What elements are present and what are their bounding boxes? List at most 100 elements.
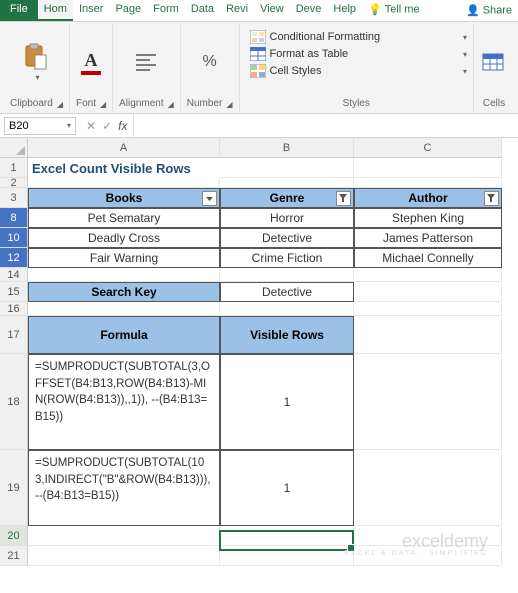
cell[interactable] [220,268,354,282]
cell-styles-button[interactable]: Cell Styles▾ [250,64,468,78]
tab-page-layout[interactable]: Page [109,0,147,21]
group-cells: Cells [474,24,514,113]
cell[interactable] [354,354,502,450]
fx-icon[interactable]: fx [118,119,127,133]
dialog-launcher-icon[interactable]: ◢ [226,100,232,109]
row-header[interactable]: 8 [0,208,28,228]
row-header[interactable]: 10 [0,228,28,248]
dialog-launcher-icon[interactable]: ◢ [57,100,63,109]
tab-data[interactable]: Data [185,0,220,21]
cell[interactable] [354,178,502,188]
tab-view[interactable]: View [254,0,290,21]
cell[interactable] [354,316,502,354]
filter-button[interactable] [202,191,217,206]
formula-label[interactable]: Formula [28,316,220,354]
formula-cell[interactable]: =SUMPRODUCT(SUBTOTAL(103,INDIRECT("B"&RO… [28,450,220,526]
row-header[interactable]: 18 [0,354,28,450]
cell[interactable] [354,158,502,178]
cell[interactable] [220,178,354,188]
filter-button-active[interactable] [336,191,351,206]
cell-selected[interactable] [220,526,354,546]
dialog-launcher-icon[interactable]: ◢ [168,100,174,109]
title-cell[interactable]: Excel Count Visible Rows [28,158,220,178]
format-as-table-button[interactable]: Format as Table▾ [250,47,468,61]
tab-file[interactable]: File [0,0,38,21]
paste-icon[interactable] [22,43,50,71]
cell[interactable] [220,302,354,316]
name-box[interactable]: B20 ▾ [4,117,76,135]
tab-insert[interactable]: Inser [73,0,109,21]
row-header[interactable]: 3 [0,188,28,208]
search-key-value[interactable]: Detective [220,282,354,302]
table-cell[interactable]: Pet Sematary [28,208,220,228]
col-header-c[interactable]: C [354,138,502,158]
search-key-label[interactable]: Search Key [28,282,220,302]
tab-developer[interactable]: Deve [290,0,328,21]
tab-home[interactable]: Hom [38,0,73,21]
row-header[interactable]: 20 [0,526,28,546]
alignment-icon[interactable] [132,48,160,76]
row-header[interactable]: 17 [0,316,28,354]
conditional-formatting-button[interactable]: Conditional Formatting▾ [250,30,468,44]
cell[interactable] [354,268,502,282]
group-font: A Font ◢ [70,24,113,113]
font-label: Font [76,98,96,111]
tab-review[interactable]: Revi [220,0,254,21]
cell[interactable] [220,158,354,178]
row-header[interactable]: 14 [0,268,28,282]
tab-help[interactable]: Help [327,0,362,21]
cell[interactable] [28,546,220,566]
filter-button-active[interactable] [484,191,499,206]
table-cell[interactable]: Michael Connelly [354,248,502,268]
select-all-corner[interactable] [0,138,28,158]
ribbon-tabs: File Hom Inser Page Form Data Revi View … [0,0,518,22]
result-cell[interactable]: 1 [220,354,354,450]
row-header[interactable]: 2 [0,178,28,188]
visible-rows-label[interactable]: Visible Rows [220,316,354,354]
chevron-down-icon[interactable]: ▾ [35,73,39,82]
table-cell[interactable]: Stephen King [354,208,502,228]
row-header[interactable]: 19 [0,450,28,526]
styles-label: Styles [343,98,370,111]
table-header-books[interactable]: Books [28,188,220,208]
table-cell[interactable]: James Patterson [354,228,502,248]
table-cell[interactable]: Horror [220,208,354,228]
cell[interactable] [28,178,220,188]
result-cell[interactable]: 1 [220,450,354,526]
row-header[interactable]: 21 [0,546,28,566]
col-header-b[interactable]: B [220,138,354,158]
table-cell[interactable]: Fair Warning [28,248,220,268]
row-header[interactable]: 12 [0,248,28,268]
cell[interactable] [28,526,220,546]
cell[interactable] [354,282,502,302]
chevron-down-icon[interactable]: ▾ [67,121,71,130]
enter-icon[interactable]: ✓ [102,119,112,133]
table-cell[interactable]: Detective [220,228,354,248]
row-header[interactable]: 15 [0,282,28,302]
number-icon[interactable]: % [196,48,224,76]
group-number: % Number◢ [181,24,240,113]
cell[interactable] [354,302,502,316]
table-header-author[interactable]: Author [354,188,502,208]
formula-input[interactable] [133,114,518,137]
row-header[interactable]: 16 [0,302,28,316]
cells-icon[interactable] [480,48,508,76]
cell[interactable] [28,268,220,282]
table-cell[interactable]: Deadly Cross [28,228,220,248]
cell[interactable] [28,302,220,316]
cell[interactable] [220,546,354,566]
tell-me[interactable]: 💡Tell me [362,0,426,21]
table-header-genre[interactable]: Genre [220,188,354,208]
tab-formulas[interactable]: Form [147,0,185,21]
formula-bar: B20 ▾ ✕ ✓ fx [0,114,518,138]
col-header-a[interactable]: A [28,138,220,158]
dialog-launcher-icon[interactable]: ◢ [100,100,106,109]
cells-label: Cells [483,98,505,111]
formula-cell[interactable]: =SUMPRODUCT(SUBTOTAL(3,OFFSET(B4:B13,ROW… [28,354,220,450]
row-header[interactable]: 1 [0,158,28,178]
share-button[interactable]: 👤Share [460,1,518,20]
font-icon[interactable]: A [77,48,105,76]
cancel-icon[interactable]: ✕ [86,119,96,133]
cell[interactable] [354,450,502,526]
table-cell[interactable]: Crime Fiction [220,248,354,268]
